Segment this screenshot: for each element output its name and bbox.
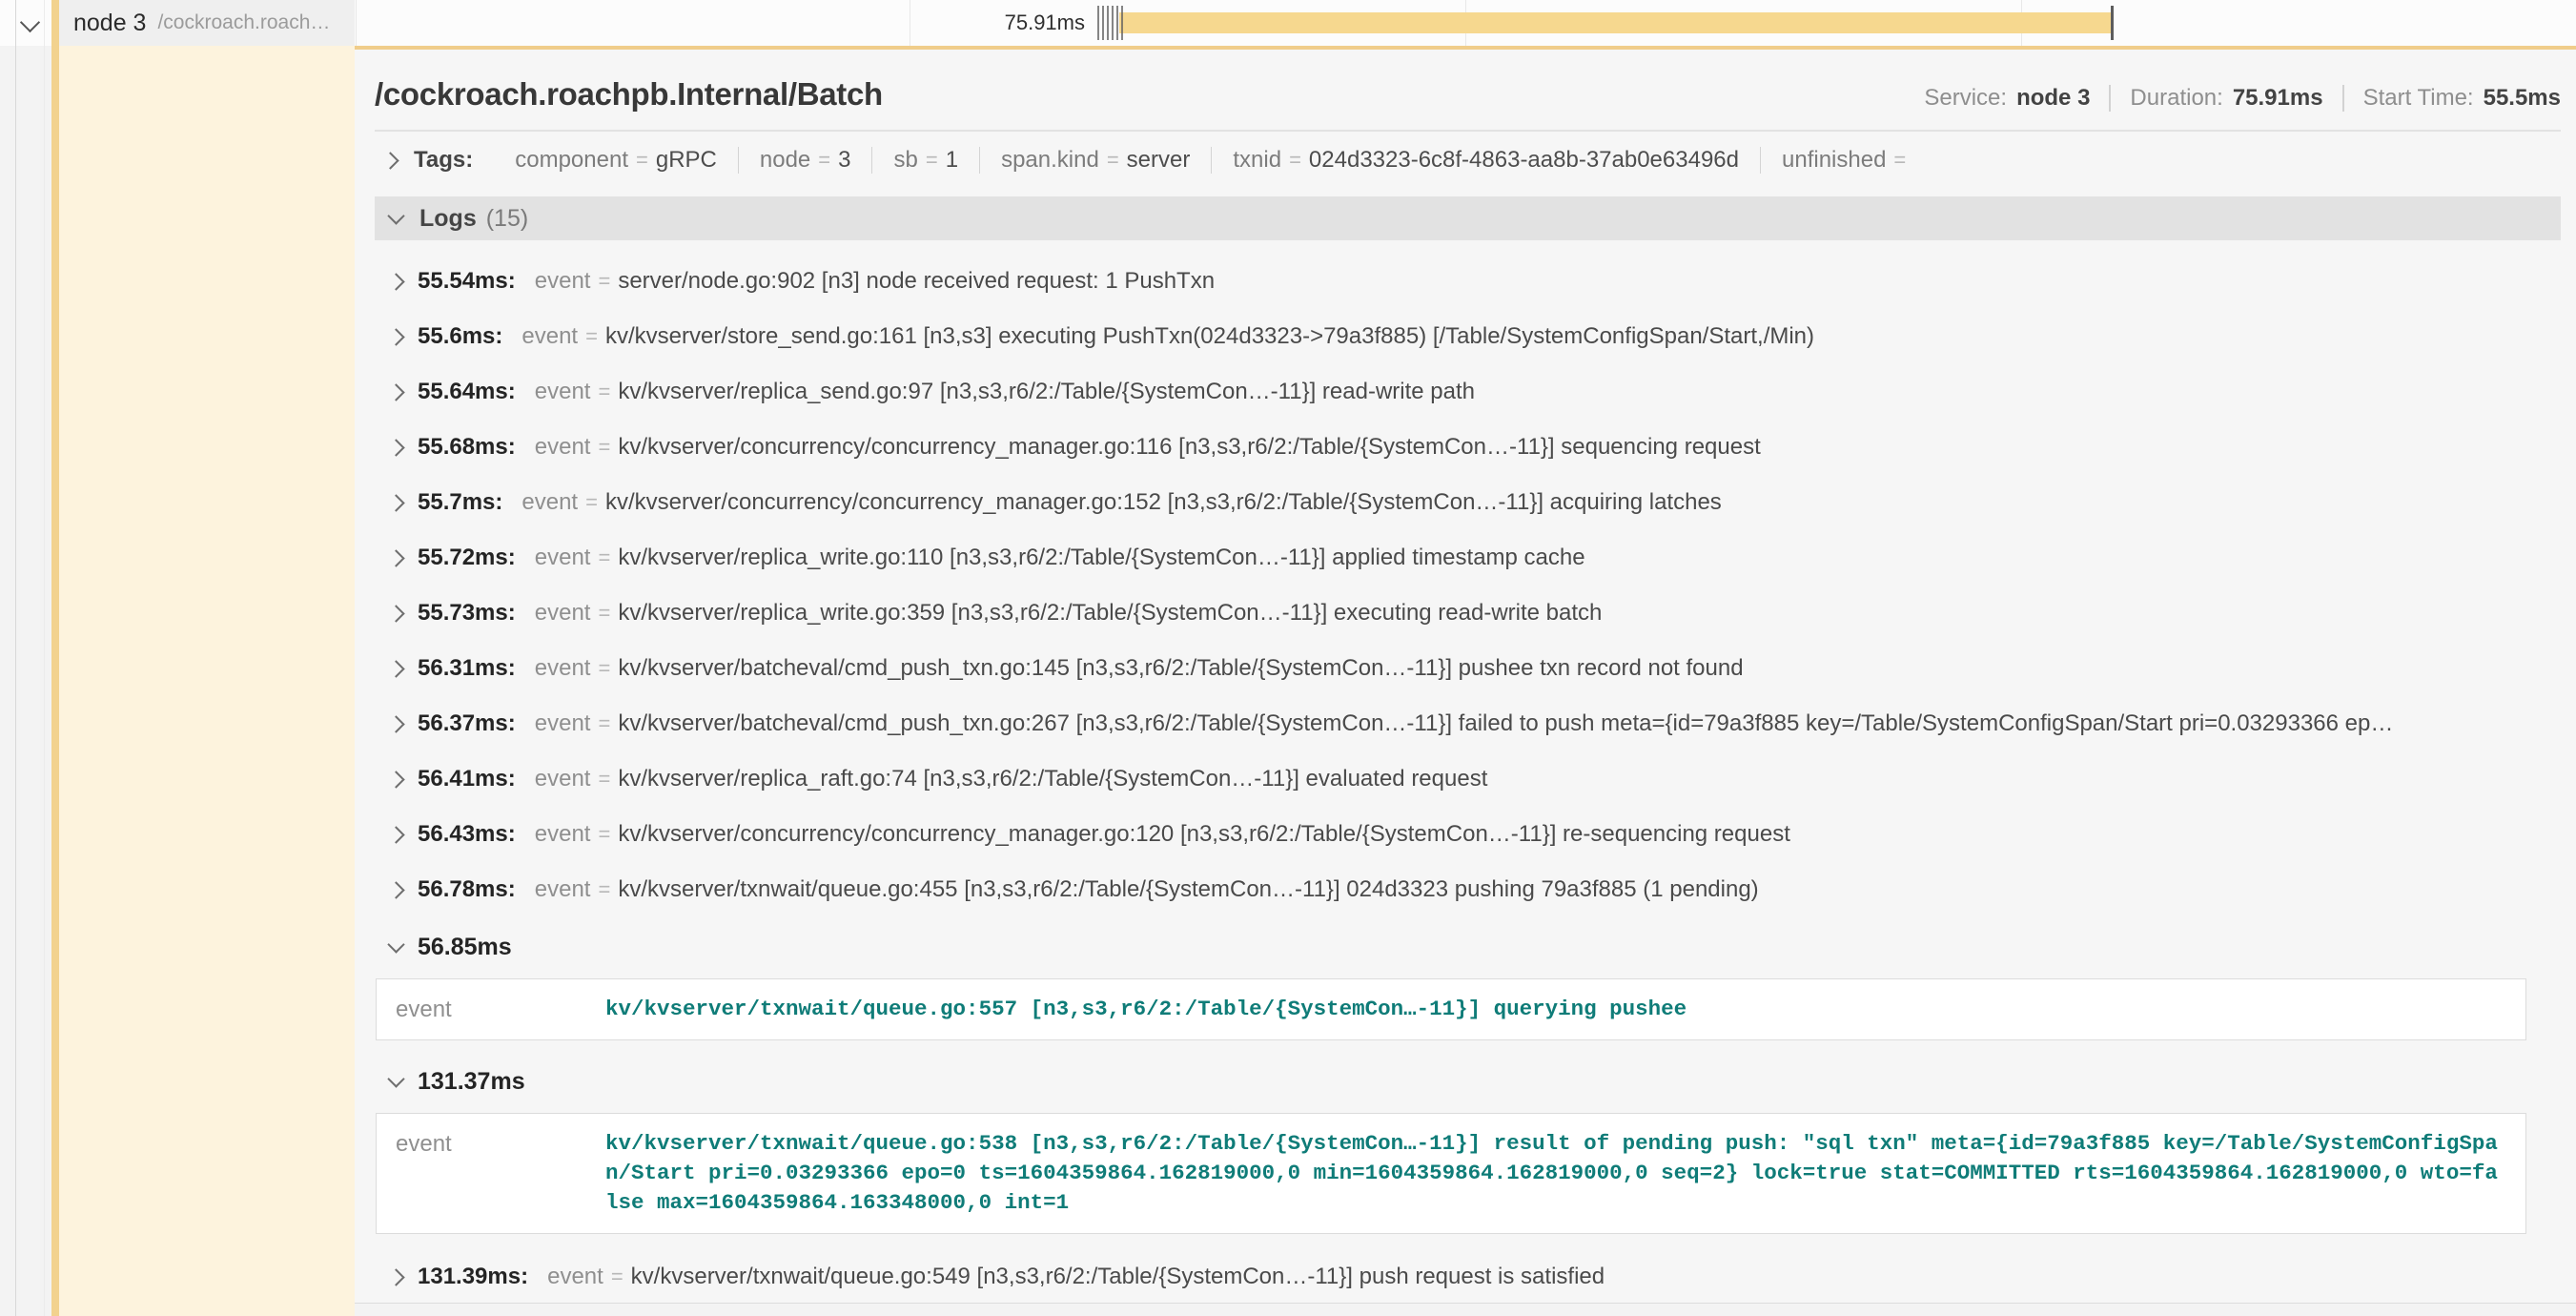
chevron-right-icon — [387, 494, 404, 511]
chevron-right-icon — [387, 660, 404, 677]
log-row[interactable]: 56.78ms: event = kv/kvserver/txnwait/que… — [375, 862, 2561, 917]
log-row[interactable]: 55.68ms: event = kv/kvserver/concurrency… — [375, 420, 2561, 475]
service-label: Service: — [1924, 85, 2007, 112]
span-operation-name: /cockroach.roach… — [157, 11, 330, 34]
start-time-label: Start Time: — [2363, 85, 2474, 112]
log-tick-mark — [1107, 6, 1109, 40]
chevron-right-icon — [381, 152, 399, 169]
chevron-right-icon — [387, 881, 404, 898]
trace-timeline-view: node 3 /cockroach.roach… 75.91ms /cockro… — [0, 0, 2576, 1316]
duration-value: 75.91ms — [2233, 85, 2323, 112]
span-detail-title: /cockroach.roachpb.Internal/Batch — [375, 76, 883, 113]
chevron-right-icon — [387, 1268, 404, 1285]
chevron-right-icon — [387, 439, 404, 456]
log-field-value: kv/kvserver/txnwait/queue.go:538 [n3,s3,… — [605, 1129, 2506, 1218]
span-service-name: node 3 — [73, 10, 146, 37]
log-tick-mark — [1102, 6, 1104, 40]
log-row[interactable]: 56.31ms: event = kv/kvserver/batcheval/c… — [375, 641, 2561, 696]
tag-item: span.kind = server — [979, 147, 1211, 174]
chevron-right-icon — [387, 826, 404, 843]
log-field-value: kv/kvserver/txnwait/queue.go:557 [n3,s3,… — [605, 995, 1687, 1024]
span-duration-label: 75.91ms — [1005, 0, 1085, 46]
chevron-right-icon — [387, 605, 404, 622]
log-row[interactable]: 131.39ms: event = kv/kvserver/txnwait/qu… — [375, 1249, 2561, 1304]
timeline-header-row: node 3 /cockroach.roach… 75.91ms — [0, 0, 2576, 46]
start-time-value: 55.5ms — [2484, 85, 2561, 112]
log-tick-mark-end — [2111, 6, 2114, 40]
log-row[interactable]: 55.73ms: event = kv/kvserver/replica_wri… — [375, 586, 2561, 641]
chevron-down-icon — [387, 1070, 404, 1087]
log-detail-card: event kv/kvserver/txnwait/queue.go:557 [… — [376, 978, 2526, 1040]
log-row[interactable]: 55.54ms: event = server/node.go:902 [n3]… — [375, 254, 2561, 309]
chevron-right-icon — [387, 273, 404, 290]
meta-divider — [2342, 85, 2344, 112]
tag-item: unfinished = — [1760, 147, 1934, 174]
span-color-bar — [51, 46, 59, 1316]
log-row[interactable]: 55.6ms: event = kv/kvserver/store_send.g… — [375, 309, 2561, 364]
meta-divider — [2109, 85, 2111, 112]
logs-toggle-bar[interactable]: Logs (15) — [375, 196, 2561, 240]
log-row[interactable]: 56.37ms: event = kv/kvserver/batcheval/c… — [375, 696, 2561, 751]
log-row[interactable]: 56.43ms: event = kv/kvserver/concurrency… — [375, 807, 2561, 862]
log-group-header-expanded[interactable]: 131.37ms — [375, 1059, 2561, 1103]
chevron-down-icon — [387, 207, 404, 224]
tags-toggle-row[interactable]: Tags: component = gRPC node = 3 sb = 1 — [375, 132, 2561, 185]
log-row[interactable]: 55.7ms: event = kv/kvserver/concurrency/… — [375, 475, 2561, 530]
log-rows-list: 55.54ms: event = server/node.go:902 [n3]… — [375, 254, 2561, 1304]
span-color-accent — [51, 0, 59, 46]
chevron-down-icon — [387, 936, 404, 953]
span-detail-meta: Service: node 3 Duration: 75.91ms Start … — [1924, 85, 2561, 112]
log-row[interactable]: 55.72ms: event = kv/kvserver/replica_wri… — [375, 530, 2561, 586]
log-tick-mark — [1097, 6, 1099, 40]
chevron-right-icon — [387, 328, 404, 345]
log-tick-mark — [1116, 6, 1118, 40]
logs-label: Logs — [419, 205, 477, 233]
log-tick-mark — [1121, 6, 1123, 40]
span-detail-header: /cockroach.roachpb.Internal/Batch Servic… — [375, 50, 2561, 113]
log-field-key: event — [396, 1129, 605, 1218]
service-value: node 3 — [2016, 85, 2090, 112]
log-group-header-expanded[interactable]: 56.85ms — [375, 925, 2561, 969]
chevron-right-icon — [387, 383, 404, 401]
tree-column-divider — [15, 0, 16, 1316]
tag-item: txnid = 024d3323-6c8f-4863-aa8b-37ab0e63… — [1211, 147, 1760, 174]
log-row[interactable]: 55.64ms: event = kv/kvserver/replica_sen… — [375, 364, 2561, 420]
chevron-right-icon — [387, 771, 404, 788]
span-detail-panel: /cockroach.roachpb.Internal/Batch Servic… — [355, 46, 2576, 1304]
log-field-key: event — [396, 995, 605, 1024]
span-name-cell[interactable]: node 3 /cockroach.roach… — [51, 0, 355, 46]
tag-item: component = gRPC — [494, 147, 738, 174]
duration-label: Duration: — [2130, 85, 2222, 112]
log-tick-mark — [1112, 6, 1114, 40]
tree-column-divider — [44, 0, 45, 1316]
chevron-down-icon[interactable] — [20, 12, 40, 32]
tag-item: sb = 1 — [871, 147, 979, 174]
log-detail-card: event kv/kvserver/txnwait/queue.go:538 [… — [376, 1113, 2526, 1234]
chevron-right-icon — [387, 715, 404, 732]
logs-count: (15) — [486, 205, 528, 233]
span-children-column[interactable] — [59, 46, 355, 1316]
timeline-gridline — [356, 0, 357, 46]
tags-label: Tags: — [414, 147, 473, 174]
chevron-right-icon — [387, 549, 404, 566]
span-bar[interactable] — [1119, 12, 2112, 33]
log-row[interactable]: 56.41ms: event = kv/kvserver/replica_raf… — [375, 751, 2561, 807]
tag-item: node = 3 — [738, 147, 872, 174]
